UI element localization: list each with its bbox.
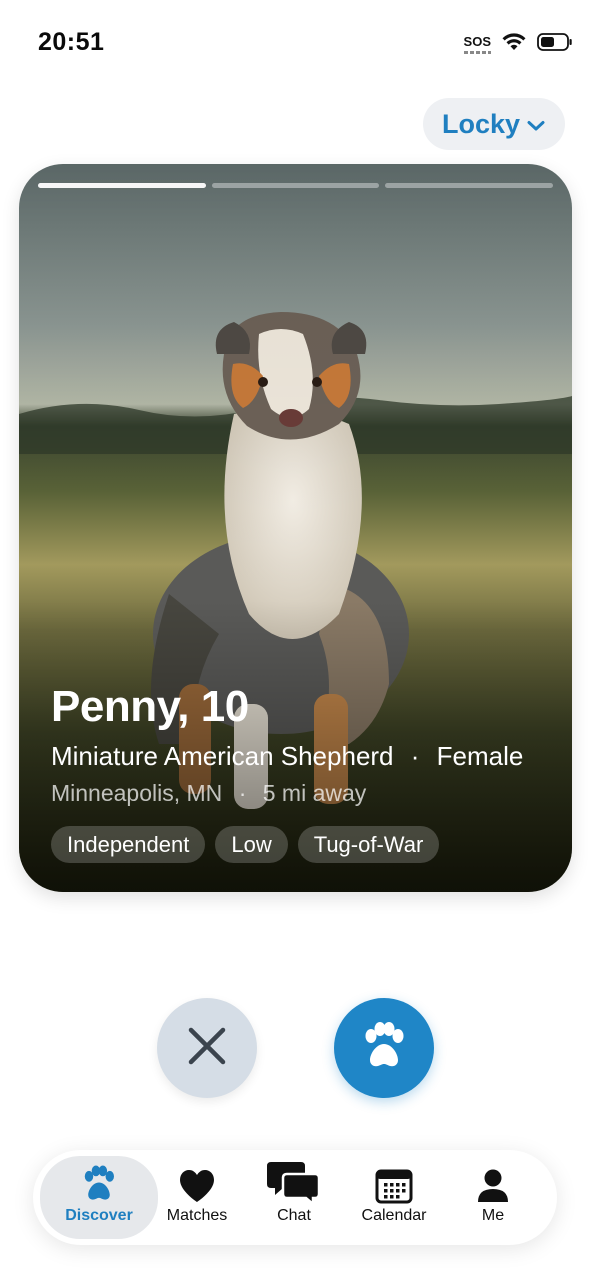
trait-tag: Low [215,826,288,863]
trait-tag: Tug-of-War [297,826,440,863]
trait-tag: Independent [51,826,206,863]
pet-location: Minneapolis, MN [51,780,223,806]
profile-card[interactable]: Penny, 10 Miniature American Shepherd · … [19,164,572,892]
pet-switcher-button[interactable]: Locky [423,98,565,150]
trait-tags: Independent Low Tug-of-War [51,826,551,863]
pet-breed: Miniature American Shepherd [51,741,394,771]
pet-name-age: Penny, 10 [51,682,249,731]
close-icon [187,1026,227,1071]
separator-dot: · [410,741,420,771]
tab-label: Discover [65,1207,133,1224]
tab-chat[interactable]: Chat [244,1156,344,1239]
status-time: 20:51 [38,28,105,56]
chat-bubbles-icon [267,1156,321,1204]
photo-progress [38,183,554,188]
pet-sex: Female [436,741,524,771]
photo-progress-segment [385,183,554,188]
tab-matches[interactable]: Matches [147,1156,247,1239]
pass-button[interactable] [157,998,257,1098]
tab-bar: Discover Matches Chat Calendar Me [33,1150,557,1245]
separator-dot: · [238,780,247,806]
pet-location-line: Minneapolis, MN · 5 mi away [51,778,551,808]
paw-icon [79,1156,119,1204]
like-button[interactable] [334,998,434,1098]
paw-icon [358,1020,410,1077]
tab-label: Chat [277,1207,311,1224]
tab-label: Me [481,1207,505,1224]
pet-breed-line: Miniature American Shepherd · Female [51,740,551,772]
sos-indicator: SOS [463,35,492,54]
tab-label: Calendar [361,1207,427,1224]
pet-switcher-label: Locky [441,108,521,139]
person-icon [476,1156,510,1204]
photo-progress-segment [211,183,380,188]
status-icons: SOS [463,32,573,57]
tab-me[interactable]: Me [443,1156,543,1239]
chevron-down-icon [526,109,546,140]
pet-distance: 5 mi away [262,780,367,806]
battery-icon [537,32,573,57]
calendar-icon [375,1156,413,1204]
photo-progress-segment [38,183,206,188]
status-bar: 20:51 SOS [0,0,591,88]
tab-calendar[interactable]: Calendar [344,1156,444,1239]
heart-icon [178,1156,216,1204]
tab-discover[interactable]: Discover [40,1156,158,1239]
card-info: Penny, 10 Miniature American Shepherd · … [51,682,551,863]
tab-label: Matches [166,1207,228,1224]
wifi-icon [501,32,527,57]
